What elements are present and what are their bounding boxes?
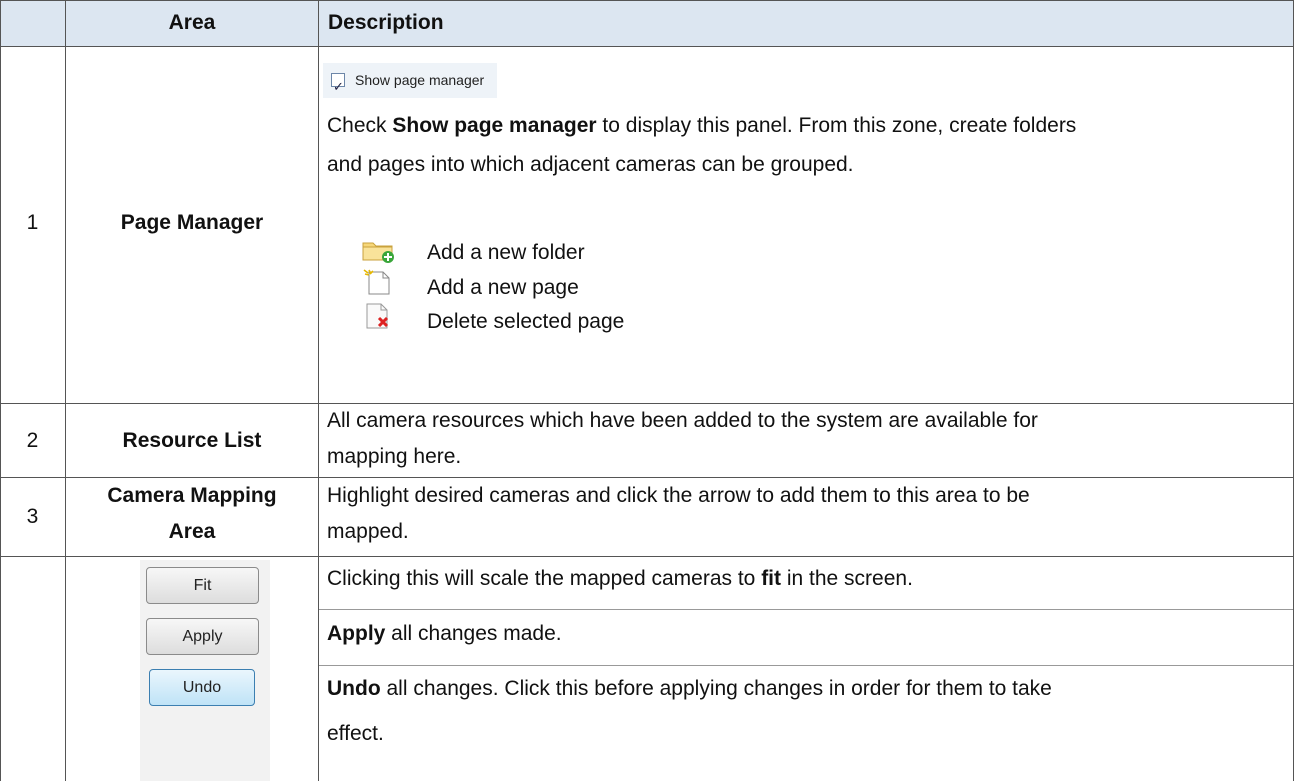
icon-label-add-folder: Add a new folder xyxy=(427,241,585,264)
header-description: Description xyxy=(328,11,444,34)
delete-page-icon xyxy=(366,303,389,329)
camera-mapping-description-2: mapped. xyxy=(327,520,409,543)
undo-button[interactable]: Undo xyxy=(149,669,255,706)
undo-description-2: effect. xyxy=(327,722,384,745)
undo-description: Undo all changes. Click this before appl… xyxy=(327,677,1052,700)
icon-label-delete-page: Delete selected page xyxy=(427,310,625,333)
area-camera-mapping-2: Area xyxy=(168,520,216,543)
area-camera-mapping: Camera Mapping xyxy=(107,484,277,507)
camera-mapping-description: Highlight desired cameras and click the … xyxy=(327,484,1030,507)
header-area: Area xyxy=(168,11,216,34)
icon-label-add-page: Add a new page xyxy=(427,276,579,299)
page-manager-description: Check Show page manager to display this … xyxy=(327,114,1077,137)
area-page-manager: Page Manager xyxy=(120,211,264,234)
area-resource-list: Resource List xyxy=(122,429,262,452)
checkbox-checked-icon xyxy=(331,69,345,104)
apply-description: Apply all changes made. xyxy=(327,622,562,645)
row-number: 3 xyxy=(26,505,39,528)
row-number: 2 xyxy=(26,429,39,452)
show-page-manager-checkbox: Show page manager xyxy=(323,63,497,104)
page-manager-description-2: and pages into which adjacent cameras ca… xyxy=(327,153,854,176)
add-page-icon xyxy=(363,269,390,295)
resource-list-description: All camera resources which have been add… xyxy=(327,409,1038,432)
apply-button[interactable]: Apply xyxy=(146,618,259,655)
fit-button[interactable]: Fit xyxy=(146,567,259,604)
resource-list-description-2: mapping here. xyxy=(327,445,462,468)
add-folder-icon xyxy=(362,242,394,263)
checkbox-label: Show page manager xyxy=(355,72,485,88)
fit-description: Clicking this will scale the mapped came… xyxy=(327,567,913,590)
row-number: 1 xyxy=(26,211,39,234)
